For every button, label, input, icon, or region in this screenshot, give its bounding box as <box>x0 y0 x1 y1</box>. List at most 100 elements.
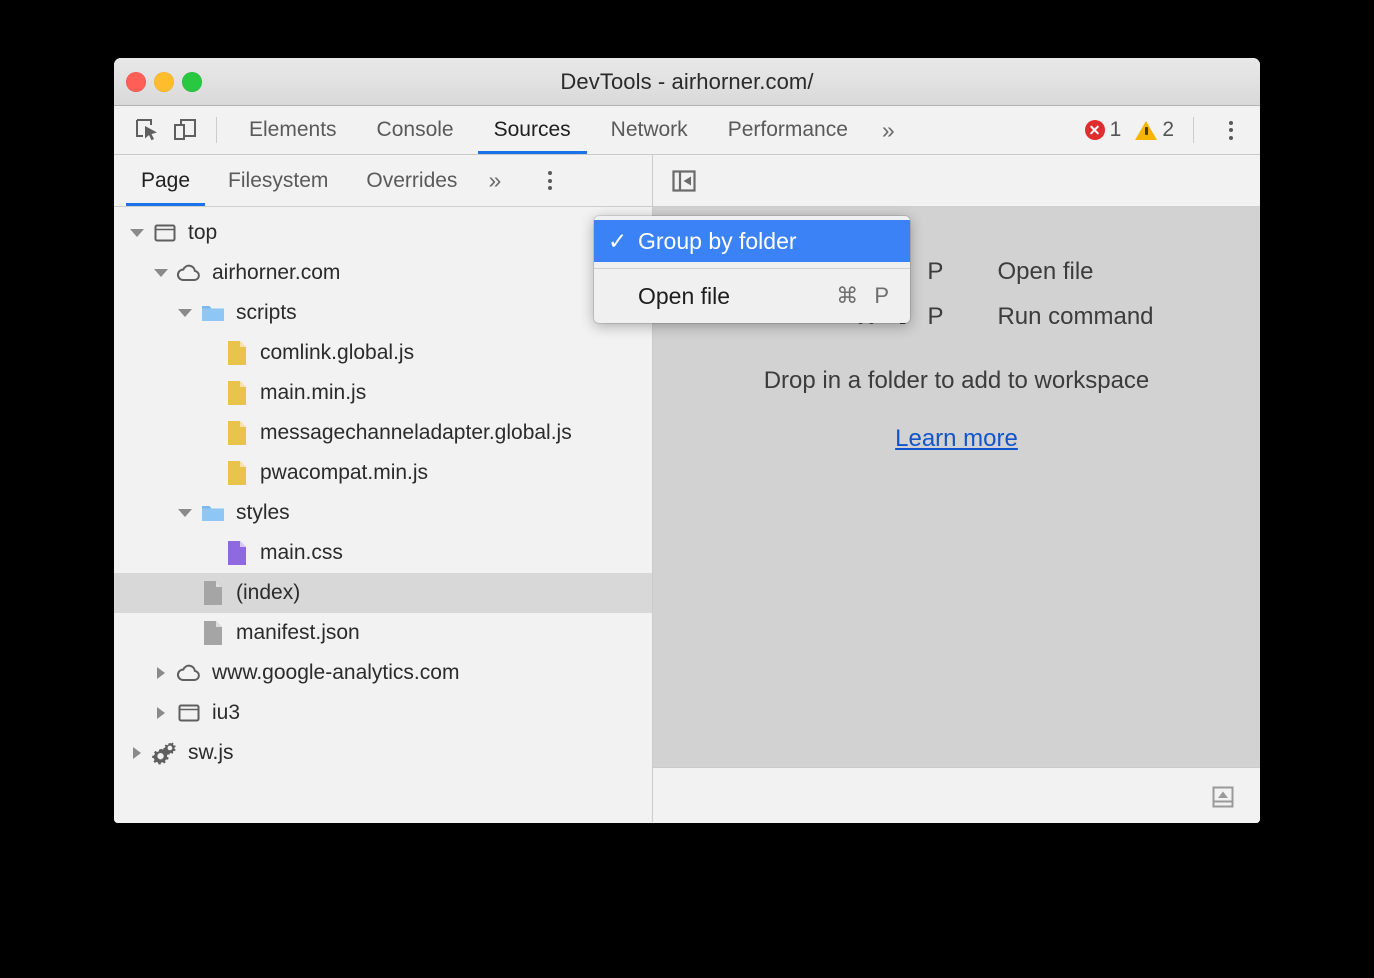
context-menu: ✓ Group by folder Open file ⌘ P <box>594 216 910 323</box>
tree-row-pwacompat[interactable]: pwacompat.min.js <box>114 453 652 493</box>
tree-row-iu3[interactable]: iu3 <box>114 693 652 733</box>
tab-label: Performance <box>728 118 848 142</box>
traffic-light-buttons <box>126 72 202 92</box>
devtools-window: DevTools - airhorner.com/ Elements <box>114 58 1260 823</box>
nav-tab-overrides[interactable]: Overrides <box>347 155 476 206</box>
document-icon <box>200 620 226 646</box>
check-icon: ✓ <box>608 228 638 255</box>
tree-row-google-analytics[interactable]: www.google-analytics.com <box>114 653 652 693</box>
frame-icon <box>152 220 178 246</box>
error-count: 1 <box>1110 118 1122 142</box>
tab-label: Sources <box>494 118 571 142</box>
dot <box>1229 136 1233 140</box>
tree-row-airhorner[interactable]: airhorner.com <box>114 253 652 293</box>
issue-badges[interactable]: 1 2 <box>1085 118 1183 142</box>
tree-item-label: manifest.json <box>236 621 360 645</box>
menu-item-open-file[interactable]: Open file ⌘ P <box>594 275 910 317</box>
tab-elements[interactable]: Elements <box>229 106 357 154</box>
tree-row-mainmin[interactable]: main.min.js <box>114 373 652 413</box>
tree-item-label: styles <box>236 501 290 525</box>
title-bar: DevTools - airhorner.com/ <box>114 58 1260 106</box>
more-tabs-icon[interactable]: » <box>868 106 909 154</box>
shortcut-label: Run command <box>997 303 1153 331</box>
menu-item-label: Open file <box>638 283 836 310</box>
show-drawer-icon[interactable] <box>1204 778 1242 816</box>
tab-console[interactable]: Console <box>357 106 474 154</box>
file-tree: top airhorner.com scri <box>114 207 652 823</box>
tree-item-label: top <box>188 221 217 245</box>
navigator-pane: Page Filesystem Overrides » <box>114 155 653 823</box>
nav-tab-label: Overrides <box>366 169 457 193</box>
window-title: DevTools - airhorner.com/ <box>114 69 1260 95</box>
kebab-menu-icon[interactable] <box>1216 115 1246 145</box>
service-worker-icon <box>152 740 178 766</box>
warning-icon <box>1135 121 1157 140</box>
drop-folder-text: Drop in a folder to add to workspace <box>764 367 1150 395</box>
dot <box>1229 128 1233 132</box>
more-options-icon[interactable] <box>535 166 565 196</box>
twisty-collapsed-icon[interactable] <box>126 747 148 759</box>
js-file-icon <box>224 460 250 486</box>
twisty-expanded-icon[interactable] <box>174 509 196 517</box>
twisty-expanded-icon[interactable] <box>150 269 172 277</box>
tree-row-scripts[interactable]: scripts <box>114 293 652 333</box>
tree-item-label: iu3 <box>212 701 240 725</box>
twisty-collapsed-icon[interactable] <box>150 667 172 679</box>
twisty-expanded-icon[interactable] <box>174 309 196 317</box>
nav-more-tabs-icon[interactable]: » <box>476 155 513 206</box>
folder-icon <box>200 300 226 326</box>
panel-tabs: Elements Console Sources Network Perform… <box>229 106 909 154</box>
shortcut-label: Open file <box>997 258 1093 286</box>
tree-row-manifest[interactable]: manifest.json <box>114 613 652 653</box>
folder-icon <box>200 500 226 526</box>
dot <box>1229 121 1233 125</box>
main-toolbar: Elements Console Sources Network Perform… <box>114 106 1260 155</box>
nav-tab-page[interactable]: Page <box>122 155 209 206</box>
device-toolbar-icon[interactable] <box>168 113 202 147</box>
editor-toolbar <box>653 155 1260 207</box>
tab-sources[interactable]: Sources <box>474 106 591 154</box>
twisty-expanded-icon[interactable] <box>126 229 148 237</box>
tree-item-label: sw.js <box>188 741 234 765</box>
close-window-button[interactable] <box>126 72 146 92</box>
nav-tab-label: Page <box>141 169 190 193</box>
tab-label: Elements <box>249 118 337 142</box>
nav-tab-filesystem[interactable]: Filesystem <box>209 155 347 206</box>
tab-network[interactable]: Network <box>591 106 708 154</box>
tree-item-label: airhorner.com <box>212 261 340 285</box>
tree-row-comlink[interactable]: comlink.global.js <box>114 333 652 373</box>
css-file-icon <box>224 540 250 566</box>
maximize-window-button[interactable] <box>182 72 202 92</box>
learn-more-link[interactable]: Learn more <box>895 425 1018 453</box>
js-file-icon <box>224 380 250 406</box>
menu-item-group-by-folder[interactable]: ✓ Group by folder <box>594 220 910 262</box>
tree-row-maincss[interactable]: main.css <box>114 533 652 573</box>
screenshot-stage: DevTools - airhorner.com/ Elements <box>0 0 1374 978</box>
twisty-collapsed-icon[interactable] <box>150 707 172 719</box>
tree-item-label: messagechanneladapter.global.js <box>260 421 572 445</box>
dot <box>548 179 552 183</box>
tree-row-top[interactable]: top <box>114 213 652 253</box>
js-file-icon <box>224 420 250 446</box>
inspect-element-icon[interactable] <box>130 113 164 147</box>
tree-row-swjs[interactable]: sw.js <box>114 733 652 773</box>
tab-label: Console <box>377 118 454 142</box>
tree-row-styles[interactable]: styles <box>114 493 652 533</box>
document-icon <box>200 580 226 606</box>
tree-row-messagechanneladapter[interactable]: messagechanneladapter.global.js <box>114 413 652 453</box>
navigator-toolbar: Page Filesystem Overrides » <box>114 155 652 207</box>
tab-performance[interactable]: Performance <box>708 106 868 154</box>
cloud-icon <box>176 660 202 686</box>
tree-item-label: (index) <box>236 581 300 605</box>
tree-item-label: pwacompat.min.js <box>260 461 428 485</box>
dot <box>548 171 552 175</box>
tree-item-label: scripts <box>236 301 297 325</box>
minimize-window-button[interactable] <box>154 72 174 92</box>
tree-row-index[interactable]: (index) <box>114 573 652 613</box>
collapse-sidebar-icon[interactable] <box>667 164 701 198</box>
nav-tab-label: Filesystem <box>228 169 328 193</box>
tree-item-label: comlink.global.js <box>260 341 414 365</box>
frame-icon <box>176 700 202 726</box>
menu-item-shortcut: ⌘ P <box>836 283 894 309</box>
tree-item-label: www.google-analytics.com <box>212 661 459 685</box>
